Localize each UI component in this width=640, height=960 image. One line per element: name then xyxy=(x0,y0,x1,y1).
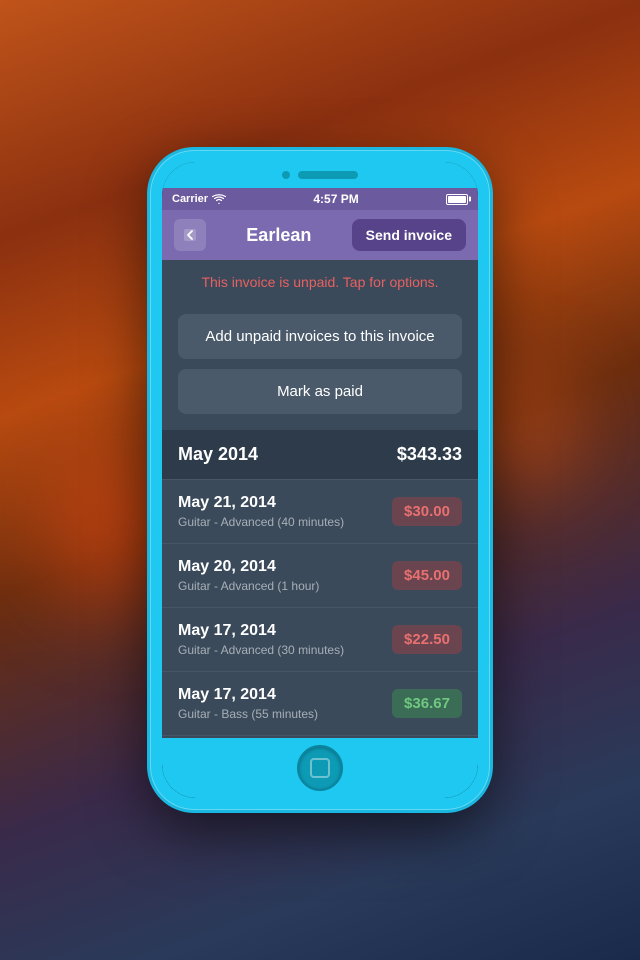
invoice-item[interactable]: May 17, 2014 Guitar - Advanced (30 minute… xyxy=(162,608,478,672)
month-label: May 2014 xyxy=(178,444,258,465)
time-label: 4:57 PM xyxy=(313,192,358,206)
invoice-item[interactable]: May 17, 2014 Guitar - Bass (55 minutes) $3… xyxy=(162,672,478,736)
invoice-left: May 20, 2014 Guitar - Advanced (1 hour) xyxy=(178,558,319,593)
status-left: Carrier xyxy=(172,193,226,205)
battery-fill xyxy=(448,196,466,203)
battery-icon xyxy=(446,194,468,205)
invoice-amount: $36.67 xyxy=(392,689,462,718)
mark-paid-button[interactable]: Mark as paid xyxy=(178,369,462,414)
invoice-amount: $45.00 xyxy=(392,561,462,590)
invoice-item[interactable]: May 21, 2014 Guitar - Advanced (40 minute… xyxy=(162,479,478,544)
add-unpaid-button[interactable]: Add unpaid invoices to this invoice xyxy=(178,314,462,359)
invoice-date: May 17, 2014 xyxy=(178,686,318,704)
invoice-left: May 17, 2014 Guitar - Advanced (30 minute… xyxy=(178,622,344,657)
back-button[interactable] xyxy=(174,219,206,251)
month-total: $343.33 xyxy=(397,444,462,465)
send-invoice-button[interactable]: Send invoice xyxy=(352,219,466,251)
invoice-description: Guitar - Bass (55 minutes) xyxy=(178,707,318,721)
invoice-description: Guitar - Advanced (40 minutes) xyxy=(178,515,344,529)
invoice-date: May 17, 2014 xyxy=(178,622,344,640)
status-bar: Carrier 4:57 PM xyxy=(162,188,478,210)
invoice-description: Guitar - Advanced (30 minutes) xyxy=(178,643,344,657)
screen: Carrier 4:57 PM xyxy=(162,188,478,738)
invoice-list: May 21, 2014 Guitar - Advanced (40 minute… xyxy=(162,479,478,738)
nav-title: Earlean xyxy=(246,225,311,246)
home-button-inner xyxy=(310,758,330,778)
back-icon xyxy=(182,227,198,243)
invoice-left: May 17, 2014 Guitar - Bass (55 minutes) xyxy=(178,686,318,721)
speaker-grille xyxy=(298,171,358,179)
invoice-description: Guitar - Advanced (1 hour) xyxy=(178,579,319,593)
invoice-date: May 20, 2014 xyxy=(178,558,319,576)
nav-bar: Earlean Send invoice xyxy=(162,210,478,260)
status-right xyxy=(446,194,468,205)
action-area: Add unpaid invoices to this invoice Mark… xyxy=(162,304,478,430)
carrier-label: Carrier xyxy=(172,193,208,205)
alert-text: This invoice is unpaid. Tap for options. xyxy=(178,274,462,290)
wifi-icon xyxy=(212,194,226,204)
phone-bottom xyxy=(162,738,478,798)
invoice-amount: $30.00 xyxy=(392,497,462,526)
phone-top xyxy=(162,162,478,188)
invoice-amount: $22.50 xyxy=(392,625,462,654)
alert-banner[interactable]: This invoice is unpaid. Tap for options. xyxy=(162,260,478,304)
invoice-date: May 21, 2014 xyxy=(178,494,344,512)
front-camera xyxy=(282,171,290,179)
home-button[interactable] xyxy=(297,745,343,791)
month-header: May 2014 $343.33 xyxy=(162,430,478,479)
phone-shell: Carrier 4:57 PM xyxy=(150,150,490,810)
invoice-item[interactable]: May 20, 2014 Guitar - Advanced (1 hour) $4… xyxy=(162,544,478,608)
invoice-left: May 21, 2014 Guitar - Advanced (40 minute… xyxy=(178,494,344,529)
